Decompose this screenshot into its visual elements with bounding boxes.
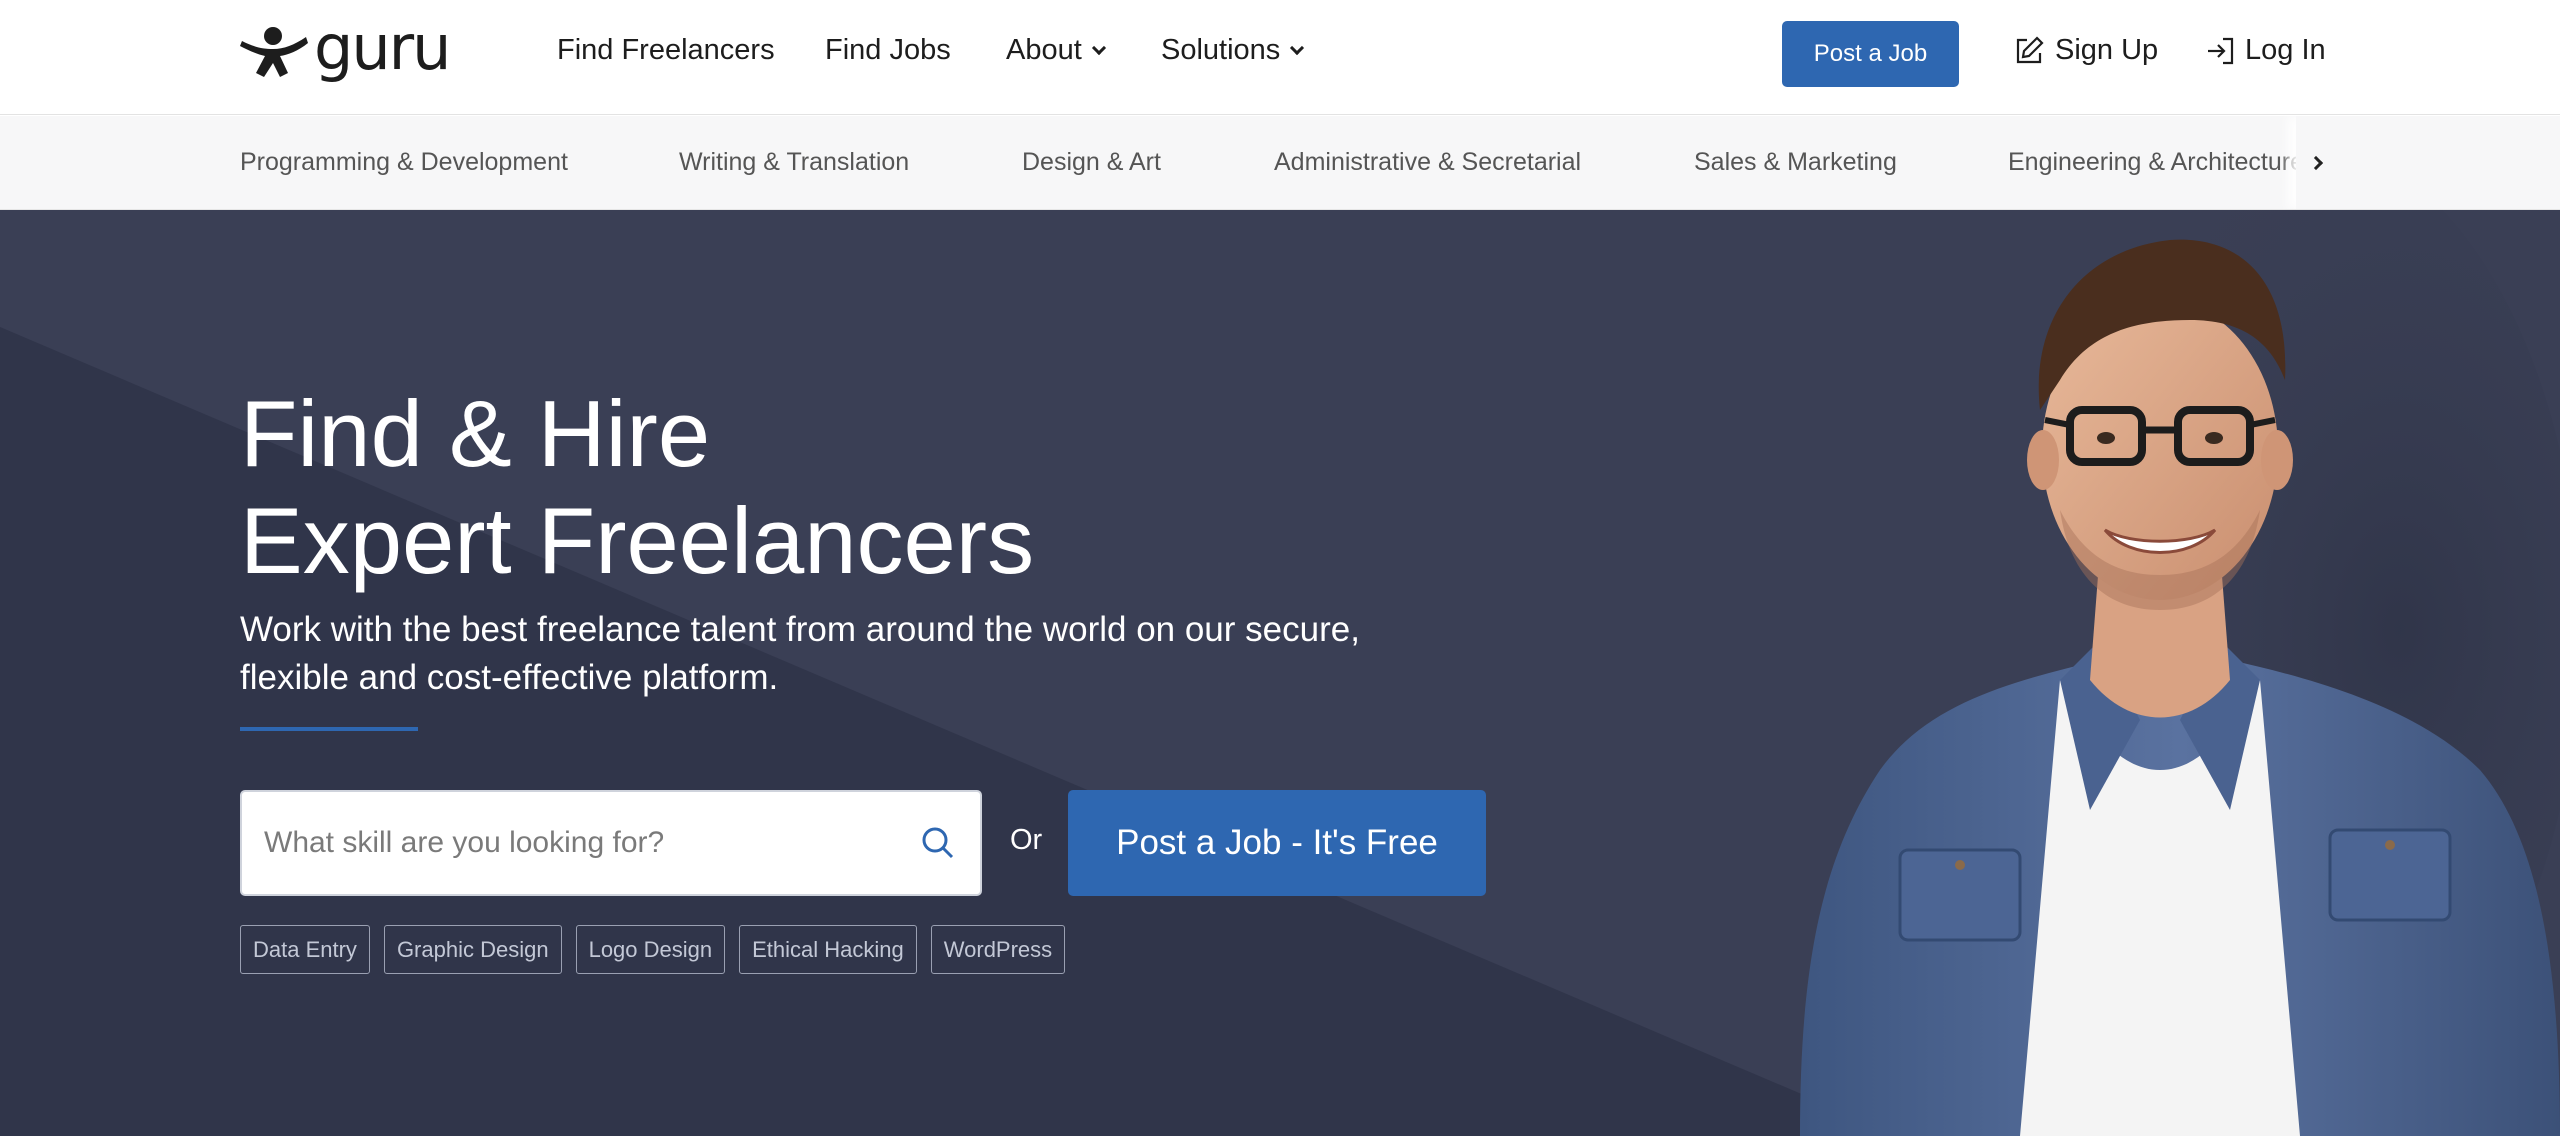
skill-search-input[interactable] xyxy=(264,826,918,860)
category-writing[interactable]: Writing & Translation xyxy=(679,148,909,177)
nav-find-jobs-label: Find Jobs xyxy=(825,34,951,66)
chevron-right-icon xyxy=(2308,155,2324,171)
nav-about-dropdown[interactable]: About xyxy=(1006,34,1106,67)
guru-logo[interactable]: guru xyxy=(240,17,451,82)
hero-headline-line1: Find & Hire xyxy=(240,381,711,486)
category-scroll-right-button[interactable] xyxy=(2296,116,2336,209)
top-header: guru Find Freelancers Find Jobs About So… xyxy=(0,0,2560,115)
tag-graphic-design[interactable]: Graphic Design xyxy=(383,925,562,974)
nav-about-label: About xyxy=(1006,34,1082,66)
tag-wordpress[interactable]: WordPress xyxy=(930,925,1066,974)
nav-find-jobs[interactable]: Find Jobs xyxy=(825,34,951,67)
post-job-button[interactable]: Post a Job xyxy=(1782,21,1959,87)
nav-find-freelancers-label: Find Freelancers xyxy=(557,34,775,66)
chevron-down-icon xyxy=(1290,40,1305,55)
category-engineering[interactable]: Engineering & Architecture xyxy=(2008,148,2304,177)
skill-search-box xyxy=(240,790,982,896)
sign-up-link[interactable]: Sign Up xyxy=(2013,34,2158,67)
popular-skill-tags: Data Entry Graphic Design Logo Design Et… xyxy=(240,925,1066,974)
log-in-label: Log In xyxy=(2245,34,2326,66)
nav-solutions-dropdown[interactable]: Solutions xyxy=(1161,34,1305,67)
sign-up-label: Sign Up xyxy=(2055,34,2159,66)
category-programming[interactable]: Programming & Development xyxy=(240,148,568,177)
log-in-link[interactable]: Log In xyxy=(2205,34,2326,67)
guru-figure-icon xyxy=(240,27,308,77)
hero-headline-line2: Expert Freelancers xyxy=(240,488,1035,593)
chevron-down-icon xyxy=(1091,40,1106,55)
edit-icon xyxy=(2016,35,2044,63)
hero-subheadline: Work with the best freelance talent from… xyxy=(240,610,1360,697)
freelancer-photo xyxy=(1800,210,2560,1136)
nav-solutions-label: Solutions xyxy=(1161,34,1281,66)
category-sales[interactable]: Sales & Marketing xyxy=(1694,148,1897,177)
tag-logo-design[interactable]: Logo Design xyxy=(575,925,726,974)
search-icon[interactable] xyxy=(918,823,958,863)
nav-find-freelancers[interactable]: Find Freelancers xyxy=(557,34,775,67)
hero-section: Find & Hire Expert Freelancers Work with… xyxy=(0,210,2560,1136)
post-job-free-button[interactable]: Post a Job - It's Free xyxy=(1068,790,1486,896)
category-bar: Programming & Development Writing & Tran… xyxy=(0,116,2560,210)
login-icon xyxy=(2208,37,2234,64)
or-separator: Or xyxy=(1010,824,1043,856)
category-design[interactable]: Design & Art xyxy=(1022,148,1161,177)
category-administrative[interactable]: Administrative & Secretarial xyxy=(1274,148,1581,177)
logo-wordmark: guru xyxy=(314,11,451,84)
hero-headline: Find & Hire Expert Freelancers xyxy=(240,380,1034,594)
tag-data-entry[interactable]: Data Entry xyxy=(240,925,370,974)
accent-underline xyxy=(240,727,418,731)
tag-ethical-hacking[interactable]: Ethical Hacking xyxy=(739,925,917,974)
